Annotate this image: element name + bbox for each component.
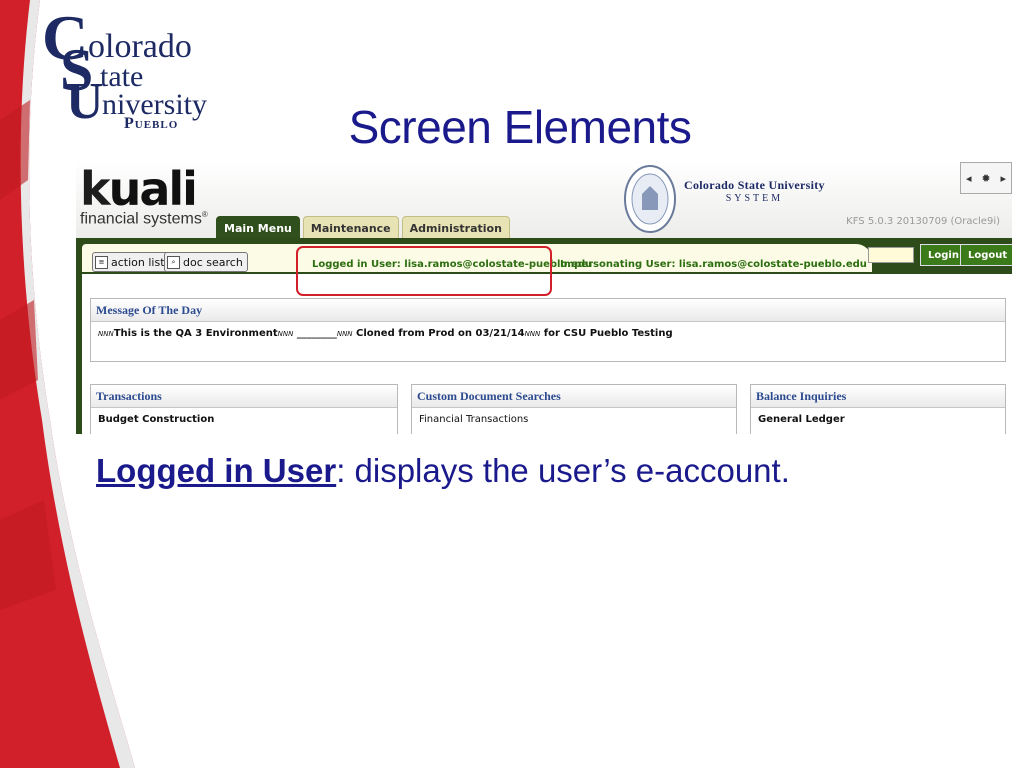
financial-transactions-link[interactable]: Financial Transactions xyxy=(412,408,736,431)
slide-title: Screen Elements xyxy=(348,101,692,153)
kuali-logo: kuali financial systems® xyxy=(80,162,208,228)
search-icon: ⌕ xyxy=(167,255,180,269)
budget-construction-link[interactable]: Budget Construction xyxy=(91,408,397,431)
next-icon[interactable]: ▸ xyxy=(1001,172,1007,185)
panel-title: Balance Inquiries xyxy=(751,385,1005,408)
list-icon: ≡ xyxy=(95,255,108,269)
action-list-button[interactable]: ≡ action list xyxy=(92,252,170,272)
kfs-header: kuali financial systems® Main Menu Maint… xyxy=(76,160,1012,241)
custom-document-searches-panel: Custom Document Searches Financial Trans… xyxy=(411,384,737,434)
slide-caption: Logged in User: displays the user’s e-ac… xyxy=(96,452,790,489)
general-ledger-link[interactable]: General Ledger xyxy=(751,408,1005,431)
logout-button[interactable]: Logout xyxy=(960,244,1012,266)
kfs-screenshot: kuali financial systems® Main Menu Maint… xyxy=(76,160,1012,434)
impersonating-user: Impersonating User: lisa.ramos@colostate… xyxy=(560,259,867,270)
login-field[interactable] xyxy=(868,247,914,263)
csu-system-wordmark: Colorado State University SYSTEM xyxy=(684,178,825,204)
motd-text: NNNThis is the QA 3 EnvironmentNNN _____… xyxy=(98,328,673,339)
previous-icon[interactable]: ◂ xyxy=(966,172,972,185)
panel-title: Message Of The Day xyxy=(91,299,1005,322)
message-of-the-day-panel: Message Of The Day NNNThis is the QA 3 E… xyxy=(90,298,1006,362)
panel-title: Custom Document Searches xyxy=(412,385,736,408)
csu-system-seal-icon xyxy=(624,165,676,233)
doc-search-button[interactable]: ⌕ doc search xyxy=(164,252,248,272)
transactions-panel: Transactions Budget Construction xyxy=(90,384,398,434)
csu-pueblo-logo: C olorado S tate U niversity Pueblo xyxy=(42,2,207,132)
panel-title: Transactions xyxy=(91,385,397,408)
logged-in-user-highlight xyxy=(296,246,552,296)
nav-arrows[interactable]: ◂ ✹ ▸ xyxy=(960,162,1012,194)
gear-icon[interactable]: ✹ xyxy=(981,172,990,185)
balance-inquiries-panel: Balance Inquiries General Ledger xyxy=(750,384,1006,434)
version-label: KFS 5.0.3 20130709 (Oracle9i) xyxy=(846,216,1000,227)
